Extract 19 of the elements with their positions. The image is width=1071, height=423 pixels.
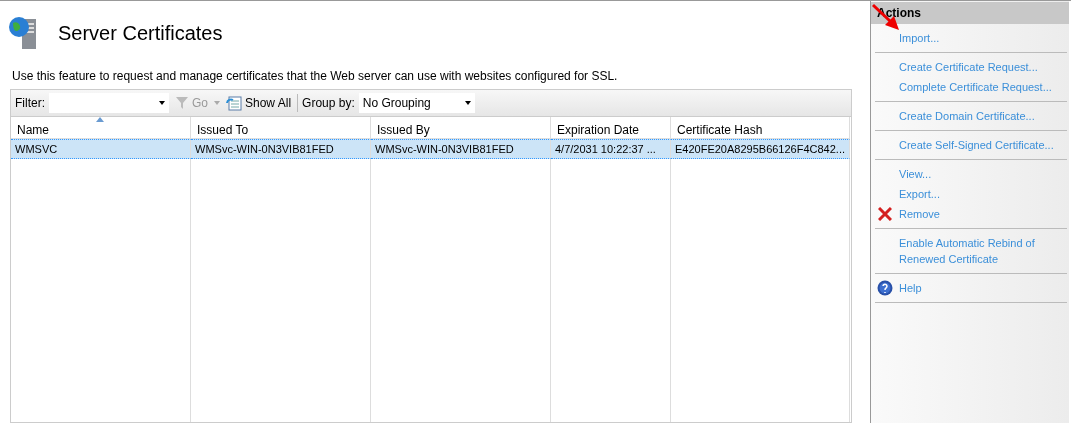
dropdown-caret-icon bbox=[214, 101, 220, 105]
remove-x-icon bbox=[877, 207, 892, 221]
list-refresh-icon bbox=[226, 95, 242, 111]
dropdown-caret-icon bbox=[159, 101, 165, 105]
dropdown-caret-icon bbox=[464, 101, 471, 105]
table-cell[interactable]: 4/7/2031 10:22:37 ... bbox=[551, 139, 671, 159]
funnel-icon bbox=[175, 96, 189, 110]
group-by-label: Group by: bbox=[302, 96, 355, 110]
help-icon bbox=[876, 280, 893, 296]
table-cell[interactable]: WMSvc-WIN-0N3VIB81FED bbox=[371, 139, 551, 159]
table-cell[interactable]: WMSvc-WIN-0N3VIB81FED bbox=[191, 139, 371, 159]
show-all-button[interactable]: Show All bbox=[224, 95, 294, 111]
filter-label: Filter: bbox=[15, 96, 45, 110]
filter-field[interactable] bbox=[49, 93, 169, 113]
page-title: Server Certificates bbox=[58, 21, 223, 45]
table-cell[interactable]: E420FE20A8295B66126F4C842... bbox=[671, 139, 850, 159]
description-text: Use this feature to request and manage certificates that the Web server can use with websites configured for SSL. bbox=[12, 69, 619, 83]
group-by-dropdown[interactable]: No Grouping bbox=[358, 93, 475, 113]
table-cell[interactable]: WMSVC bbox=[11, 139, 191, 159]
